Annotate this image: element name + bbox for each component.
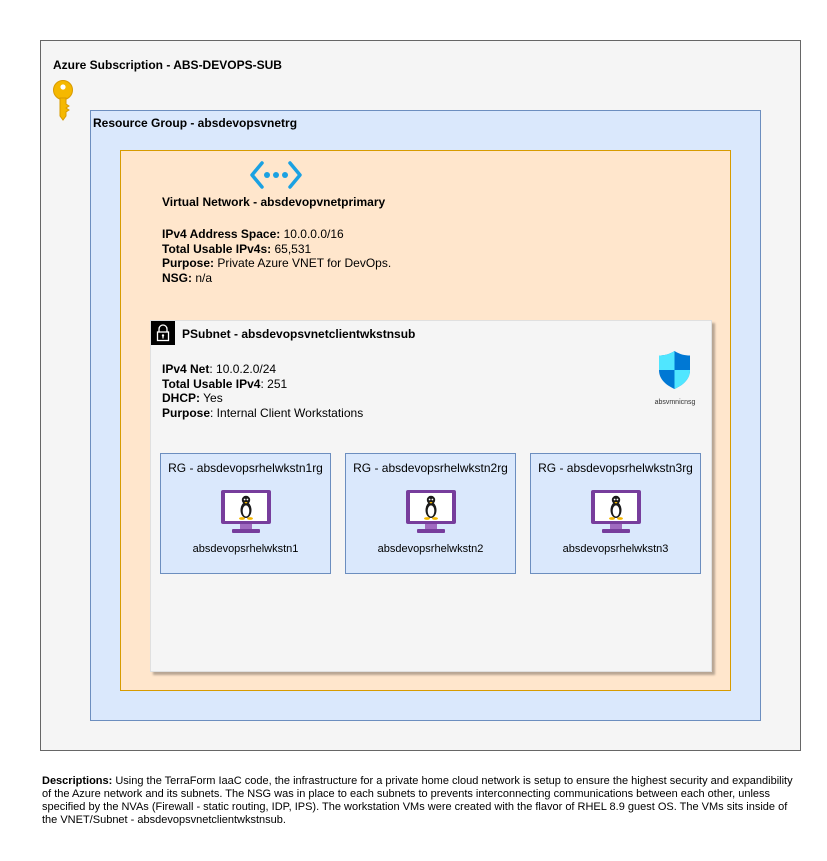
workstation-rg-label: RG - absdevopsrhelwkstn1rg [168, 461, 323, 475]
workstation-rg-3: RG - absdevopsrhelwkstn3rg absdevopsrhel… [530, 453, 701, 574]
subnet-dhcp: DHCP: Yes [162, 391, 223, 405]
shield-icon [659, 351, 690, 389]
virtual-network-icon [250, 161, 302, 189]
workstation-rg-2: RG - absdevopsrhelwkstn2rg absdevopsrhel… [345, 453, 516, 574]
subscription-title: Azure Subscription - ABS-DEVOPS-SUB [53, 58, 282, 72]
vm-name: absdevopsrhelwkstn1 [192, 543, 299, 555]
vnet-address-space: IPv4 Address Space: 10.0.0.0/16 [162, 227, 344, 241]
vnet-title: Virtual Network - absdevopvnetprimary [162, 195, 386, 209]
vm-name: absdevopsrhelwkstn3 [562, 543, 669, 555]
subnet-ipv4-net: IPv4 Net: 10.0.2.0/24 [162, 362, 277, 376]
vnet-usable-ips: Total Usable IPv4s: 65,531 [162, 241, 312, 256]
description: Descriptions: Using the TerraForm IaaC c… [42, 775, 802, 827]
vm-name: absdevopsrhelwkstn2 [377, 543, 484, 555]
vnet-nsg: NSG: n/a [162, 270, 213, 285]
linux-vm-icon [591, 490, 641, 533]
description-text: Using the TerraForm IaaC code, the infra… [42, 775, 793, 826]
subnet-details: IPv4 Net: 10.0.2.0/24 Total Usable IPv4:… [162, 362, 363, 420]
description-label: Descriptions: [42, 775, 113, 787]
resource-group-title: Resource Group - absdevopsvnetrg [93, 116, 298, 130]
nsg-label: absvmnicnsg [654, 399, 696, 406]
vnet-purpose: Purpose: Private Azure VNET for DevOps. [162, 256, 392, 270]
subnet-title: PSubnet - absdevopsvnetclientwkstnsub [182, 327, 416, 341]
workstation-rg-label: RG - absdevopsrhelwkstn2rg [353, 461, 508, 475]
workstation-rg-1: RG - absdevopsrhelwkstn1rg absdevopsrhel… [160, 453, 331, 574]
lock-icon [151, 321, 175, 345]
key-icon [53, 80, 73, 121]
subnet-purpose: Purpose: Internal Client Workstations [162, 405, 364, 420]
workstation-rg-label: RG - absdevopsrhelwkstn3rg [538, 461, 693, 475]
linux-vm-icon [406, 490, 456, 533]
vnet-details: IPv4 Address Space: 10.0.0.0/16 Total Us… [162, 227, 391, 285]
subnet-usable-ips: Total Usable IPv4: 251 [162, 376, 288, 391]
linux-vm-icon [221, 490, 271, 533]
